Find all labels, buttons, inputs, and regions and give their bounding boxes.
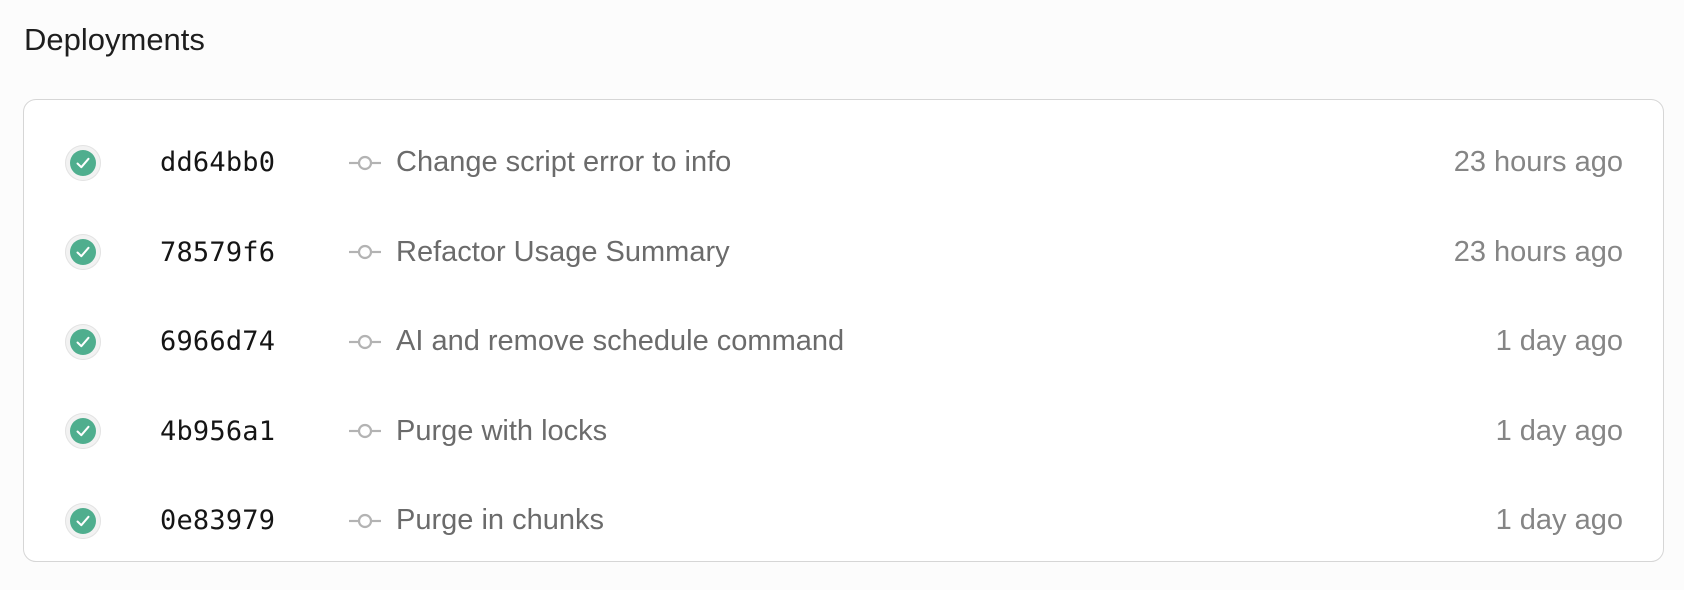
check-circle-icon [65,144,101,181]
commit-hash[interactable]: 0e83979 [160,505,275,536]
commit-message[interactable]: Refactor Usage Summary [396,236,730,269]
deployment-row[interactable]: 0e83979 Purge in chunks 1 day ago [24,476,1663,566]
deployment-time: 23 hours ago [1453,146,1623,179]
deployment-row[interactable]: dd64bb0 Change script error to info 23 h… [24,118,1663,208]
check-circle-icon [65,413,101,450]
commit-hash[interactable]: 6966d74 [160,326,275,357]
deployment-row[interactable]: 4b956a1 Purge with locks 1 day ago [24,387,1663,477]
git-commit-icon [349,332,381,352]
commit-hash[interactable]: dd64bb0 [160,147,275,178]
git-commit-icon [349,511,381,531]
section-title: Deployments [24,22,205,57]
deployments-list: dd64bb0 Change script error to info 23 h… [23,99,1664,562]
commit-message[interactable]: Purge in chunks [396,504,604,537]
deployment-time: 23 hours ago [1453,235,1623,268]
deployment-time: 1 day ago [1495,325,1623,358]
commit-message[interactable]: Change script error to info [396,146,731,179]
check-circle-icon [65,502,101,539]
check-circle-icon [65,234,101,271]
git-commit-icon [349,242,381,262]
check-circle-icon [65,323,101,360]
commit-message[interactable]: Purge with locks [396,415,607,448]
deployment-row[interactable]: 6966d74 AI and remove schedule command 1… [24,297,1663,387]
deployment-time: 1 day ago [1495,414,1623,447]
deployment-row[interactable]: 78579f6 Refactor Usage Summary 23 hours … [24,208,1663,298]
deployments-page: Deployments dd64bb0 Change script error … [0,0,1684,590]
commit-hash[interactable]: 4b956a1 [160,416,275,447]
git-commit-icon [349,421,381,441]
commit-hash[interactable]: 78579f6 [160,237,275,268]
git-commit-icon [349,153,381,173]
deployment-time: 1 day ago [1495,504,1623,537]
commit-message[interactable]: AI and remove schedule command [396,325,844,358]
